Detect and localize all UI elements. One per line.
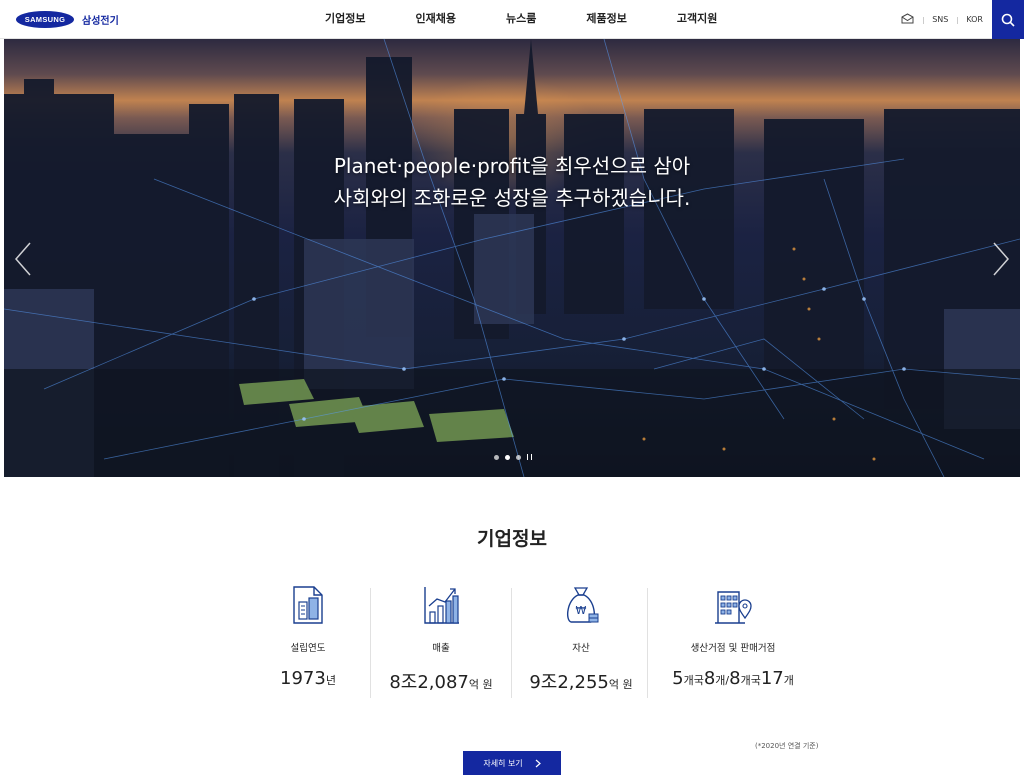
pause-icon[interactable] [527,454,532,460]
stat-label: 설립연도 [290,643,326,654]
stat-assets: ₩ 자산 9조2,255억 원 [521,584,641,698]
money-bag-icon: ₩ [566,587,599,623]
header: SAMSUNG 삼성전기 기업정보 인재채용 뉴스룸 제품정보 고객지원 SNS… [0,0,1024,39]
stat-divider [647,588,648,698]
stat-revenue: 매출 8조2,087억 원 [381,584,501,698]
company-stats: 설립연도 1973년 매출 8조2,087억 원 ₩ 자산 9조2,255억 원 [255,584,815,698]
hero-city-image [4,39,1020,477]
stat-locations: 생산거점 및 판매거점 5개국8개/8개국17개 [653,584,813,698]
slide-dot[interactable] [494,454,499,460]
nav-item-careers[interactable]: 인재채용 [390,0,480,39]
hero-next-button[interactable] [988,239,1012,279]
logo[interactable]: SAMSUNG 삼성전기 [16,11,119,28]
nav-item-products[interactable]: 제품정보 [561,0,651,39]
hero-prev-button[interactable] [12,239,36,279]
slide-pagination [494,454,532,460]
document-building-icon [293,586,323,624]
view-more-label: 자세히 보기 [483,758,523,768]
stat-label: 매출 [432,643,450,654]
chevron-left-icon [15,242,31,276]
mail-icon [901,13,914,24]
stat-value: 9조2,255억 원 [529,672,633,693]
slide-dot[interactable] [516,454,521,460]
stat-label: 생산거점 및 판매거점 [690,643,776,654]
main-nav: 기업정보 인재채용 뉴스룸 제품정보 고객지원 [300,0,742,39]
search-icon [1001,13,1015,27]
footnote: (*2020년 연결 기준) [755,742,819,750]
mail-button[interactable] [892,13,923,26]
language-selector[interactable]: KOR [957,15,992,24]
chevron-right-icon [535,759,541,767]
slide-dot[interactable] [505,454,510,460]
utility-nav: SNS KOR [892,0,992,39]
logo-text: 삼성전기 [82,16,119,27]
stat-label: 자산 [572,643,590,654]
stat-divider [370,588,371,698]
svg-text:₩: ₩ [576,604,587,617]
chevron-right-icon [993,242,1009,276]
stat-value: 8조2,087억 원 [389,672,493,693]
nav-item-newsroom[interactable]: 뉴스룸 [481,0,561,39]
bar-chart-icon [424,587,459,624]
building-location-icon [715,591,752,624]
stat-divider [511,588,512,698]
search-button[interactable] [992,0,1024,39]
nav-item-company[interactable]: 기업정보 [300,0,390,39]
view-more-button[interactable]: 자세히 보기 [463,751,561,775]
stat-value: 5개국8개/8개국17개 [672,668,794,689]
hero-slider: Planet·people·profit을 최우선으로 삼아 사회와의 조화로운… [4,39,1020,477]
sns-link[interactable]: SNS [923,15,957,24]
stat-founded: 설립연도 1973년 [255,584,361,698]
hero-headline-line1: Planet·people·profit을 최우선으로 삼아 [333,154,691,178]
nav-item-support[interactable]: 고객지원 [652,0,742,39]
stat-value: 1973년 [280,668,336,689]
hero-headline-line2: 사회와의 조화로운 성장을 추구하겠습니다. [333,186,691,210]
section-title: 기업정보 [477,528,547,550]
samsung-logo-mark: SAMSUNG [16,11,74,28]
